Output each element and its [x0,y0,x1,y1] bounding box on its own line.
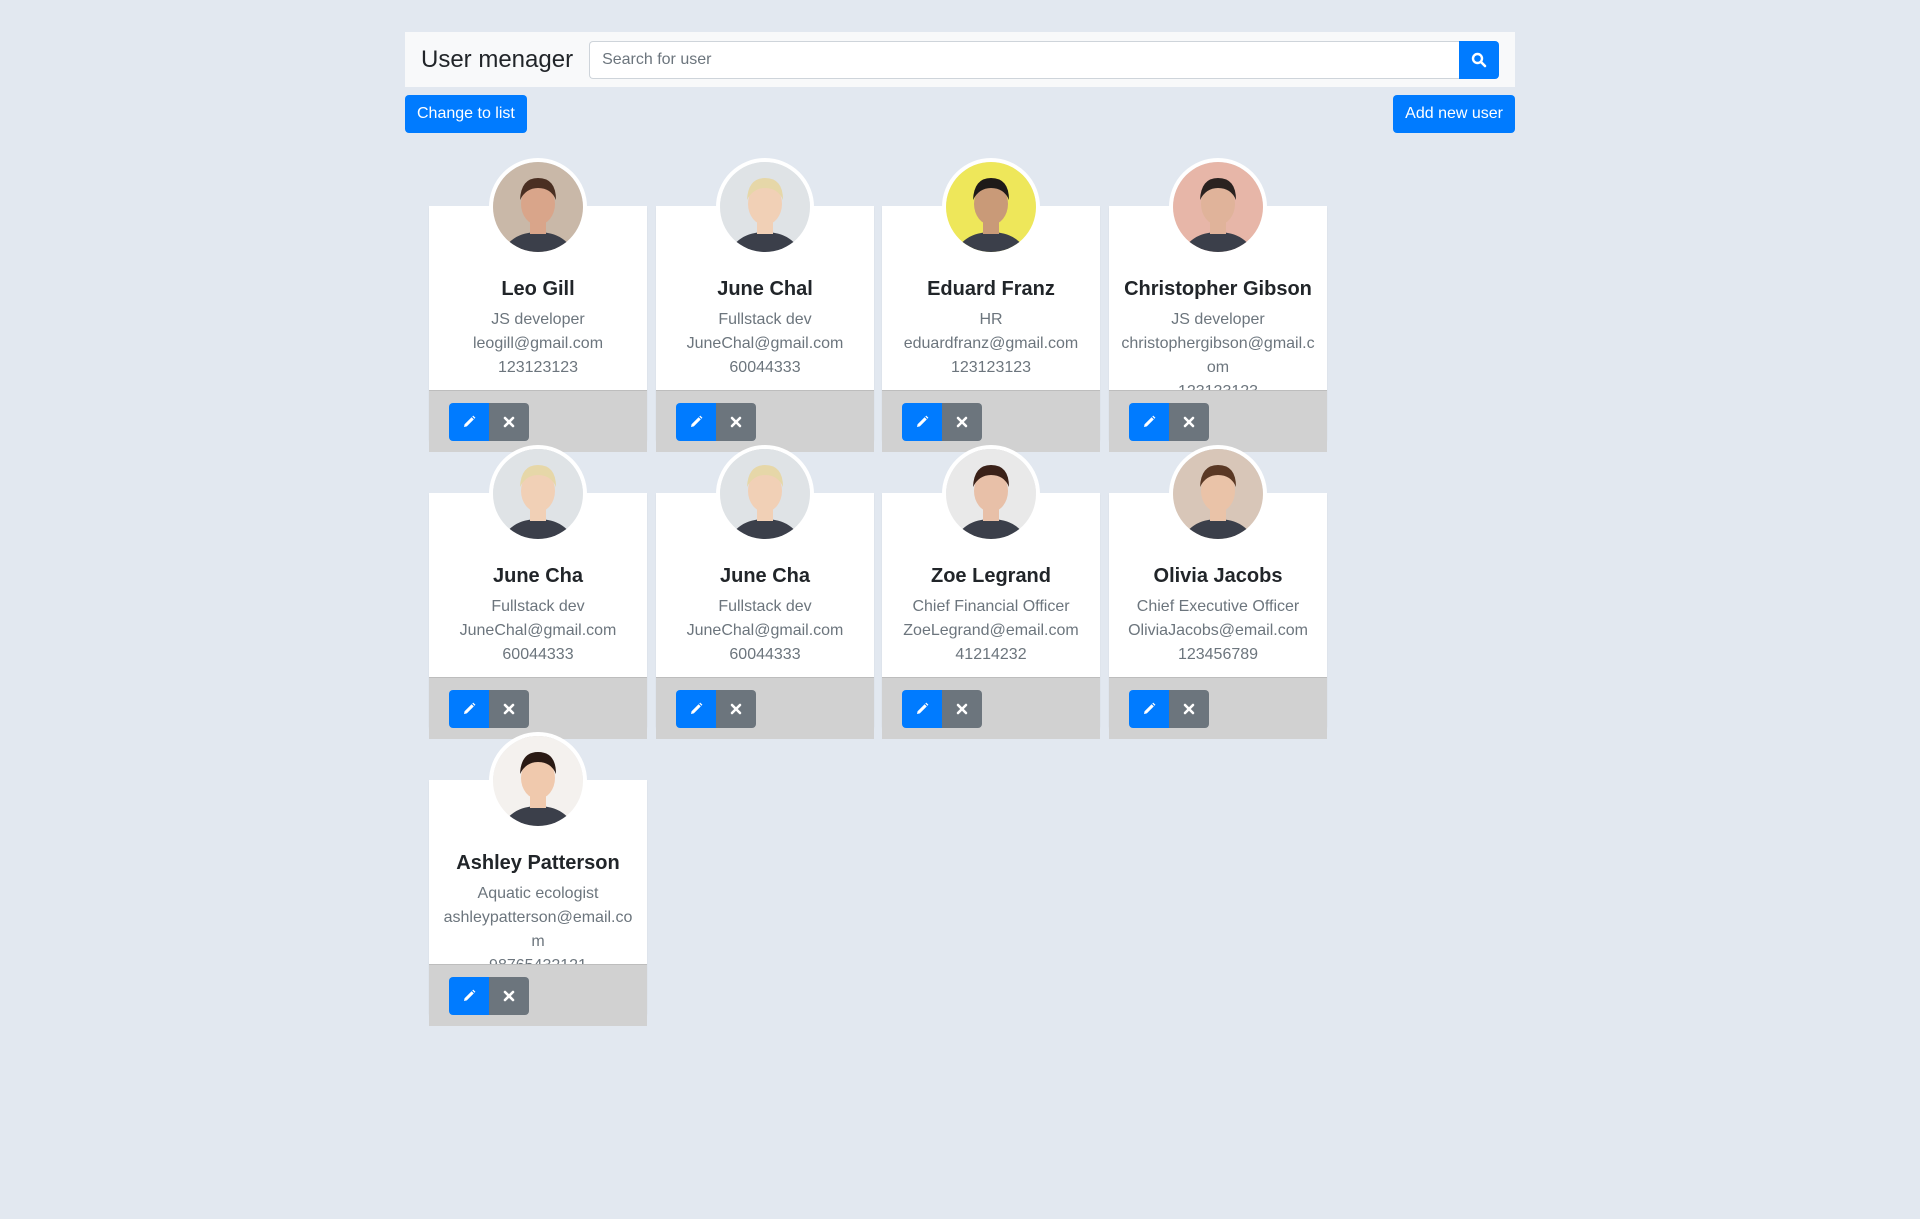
user-name: Eduard Franz [927,278,1055,300]
close-icon [956,416,968,427]
user-avatar [1169,158,1267,256]
delete-user-button[interactable] [489,976,529,1015]
add-new-user-button[interactable]: Add new user [1393,95,1515,133]
user-name: Olivia Jacobs [1153,565,1283,587]
user-card-footer [656,677,874,739]
user-name: Leo Gill [501,278,575,300]
user-role: Fullstack dev [718,311,812,328]
user-role: Chief Financial Officer [912,598,1070,615]
user-role: JS developer [1171,311,1265,328]
user-phone: 123123123 [497,359,579,376]
user-email: JuneChal@gmail.com [459,622,617,639]
close-icon [730,703,742,714]
user-card-footer [429,677,647,739]
user-phone: 60044333 [729,359,801,376]
delete-user-button[interactable] [1169,689,1209,728]
search-group [589,40,1499,79]
user-email: ZoeLegrand@email.com [903,622,1079,639]
close-icon [503,990,515,1001]
delete-user-button[interactable] [942,402,982,441]
delete-user-button[interactable] [489,689,529,728]
user-avatar [716,445,814,543]
user-email: christophergibson@gmail.com [1121,335,1315,376]
user-role: Fullstack dev [491,598,585,615]
edit-user-button[interactable] [676,402,716,441]
search-input[interactable] [589,40,1459,79]
user-card-footer [1109,677,1327,739]
user-avatar [942,158,1040,256]
close-icon [1183,416,1195,427]
user-avatar [716,158,814,256]
user-role: JS developer [491,311,585,328]
pencil-icon [464,989,476,1001]
search-icon [1471,52,1487,67]
pencil-icon [464,702,476,714]
edit-user-button[interactable] [449,689,489,728]
edit-user-button[interactable] [1129,689,1169,728]
user-avatar [489,158,587,256]
user-role: Chief Executive Officer [1136,598,1300,615]
user-role: HR [979,311,1003,328]
user-card-footer [882,677,1100,739]
pencil-icon [691,702,703,714]
user-avatar [1169,445,1267,543]
delete-user-button[interactable] [1169,402,1209,441]
user-phone: 123456789 [1177,646,1259,663]
edit-user-button[interactable] [902,689,942,728]
top-navbar: User menager [405,32,1515,87]
delete-user-button[interactable] [716,402,756,441]
user-name: June Chal [717,278,813,300]
user-phone: 60044333 [502,646,574,663]
pencil-icon [691,415,703,427]
action-bar: Change to list Add new user [405,95,1515,133]
user-role: Aquatic ecologist [477,885,599,902]
user-role: Fullstack dev [718,598,812,615]
user-email: JuneChal@gmail.com [686,335,844,352]
user-manager-app: User menager Change to list Add new user… [405,32,1515,1026]
close-icon [956,703,968,714]
search-button[interactable] [1459,40,1499,79]
edit-user-button[interactable] [902,402,942,441]
delete-user-button[interactable] [716,689,756,728]
user-name: Christopher Gibson [1124,278,1312,300]
user-card-footer [882,390,1100,452]
user-card-footer [656,390,874,452]
user-phone: 123123123 [950,359,1032,376]
change-to-list-button[interactable]: Change to list [405,95,527,133]
user-email: JuneChal@gmail.com [686,622,844,639]
app-title: User menager [421,45,574,73]
user-card-footer [1109,390,1327,452]
user-name: June Cha [719,565,811,587]
user-email: eduardfranz@gmail.com [903,335,1079,352]
pencil-icon [464,415,476,427]
user-name: Zoe Legrand [930,565,1051,587]
user-card-footer [429,390,647,452]
close-icon [730,416,742,427]
user-avatar [489,732,587,830]
user-email: OliviaJacobs@email.com [1128,622,1308,639]
user-email: leogill@gmail.com [472,335,604,352]
user-email: ashleypatterson@email.com [443,909,633,950]
edit-user-button[interactable] [449,402,489,441]
close-icon [503,416,515,427]
pencil-icon [917,415,929,427]
close-icon [503,703,515,714]
edit-user-button[interactable] [449,976,489,1015]
user-name: Ashley Patterson [456,852,620,874]
close-icon [1183,703,1195,714]
edit-user-button[interactable] [676,689,716,728]
delete-user-button[interactable] [942,689,982,728]
user-avatar [489,445,587,543]
pencil-icon [917,702,929,714]
edit-user-button[interactable] [1129,402,1169,441]
user-phone: 41214232 [955,646,1027,663]
user-card-footer [429,964,647,1026]
user-phone: 60044333 [729,646,801,663]
user-name: June Cha [492,565,584,587]
pencil-icon [1144,702,1156,714]
delete-user-button[interactable] [489,402,529,441]
user-avatar [942,445,1040,543]
pencil-icon [1144,415,1156,427]
